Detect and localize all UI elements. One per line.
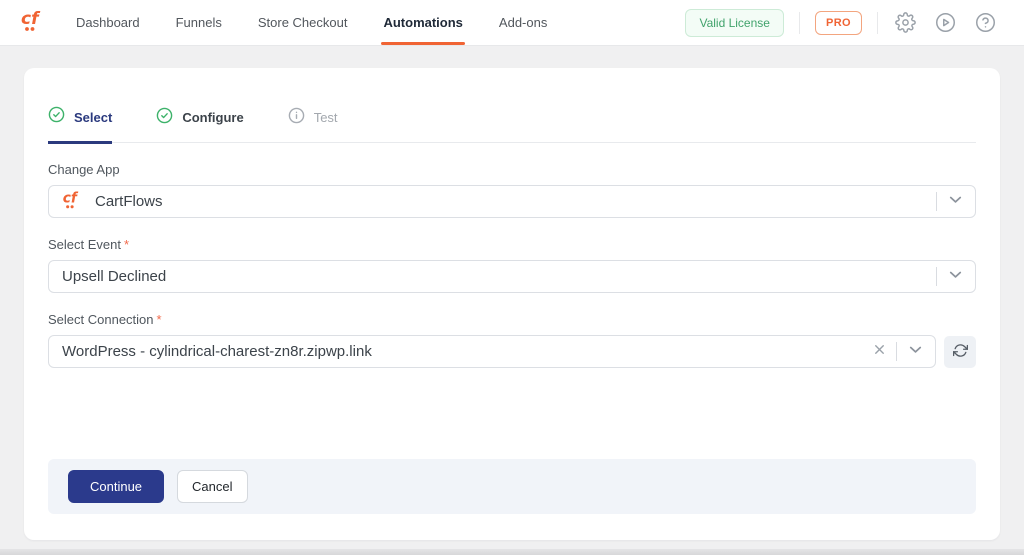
- tab-select-label: Select: [74, 110, 112, 125]
- automation-setup-card: Select Configure Test Change App: [24, 68, 1000, 540]
- svg-text:cf: cf: [63, 191, 79, 207]
- divider: [877, 12, 878, 34]
- change-app-label: Change App: [48, 162, 976, 177]
- settings-icon[interactable]: [893, 10, 918, 35]
- tab-configure-label: Configure: [182, 110, 243, 125]
- window-bottom-edge: [0, 549, 1024, 555]
- select-event-select[interactable]: Upsell Declined: [48, 260, 976, 293]
- select-indicators: [872, 340, 925, 364]
- divider: [799, 12, 800, 34]
- pro-badge[interactable]: PRO: [815, 11, 862, 35]
- continue-button[interactable]: Continue: [68, 470, 164, 503]
- tab-test[interactable]: Test: [288, 106, 338, 142]
- check-circle-icon: [156, 107, 173, 129]
- change-app-select[interactable]: cf CartFlows: [48, 185, 976, 218]
- info-circle-icon: [288, 107, 305, 129]
- svg-text:cf: cf: [21, 9, 41, 29]
- select-connection-label: Select Connection*: [48, 312, 976, 327]
- play-circle-icon[interactable]: [933, 10, 958, 35]
- select-indicators: [936, 190, 965, 214]
- cartflows-logo[interactable]: cf: [20, 0, 46, 45]
- indicator-separator: [936, 192, 937, 211]
- check-circle-icon: [48, 106, 65, 128]
- tab-test-label: Test: [314, 110, 338, 125]
- top-navbar: cf Dashboard Funnels Store Checkout Auto…: [0, 0, 1024, 46]
- step-tabs: Select Configure Test: [48, 106, 976, 143]
- trigger-form: Change App cf CartFlows: [24, 143, 1000, 368]
- required-asterisk: *: [157, 312, 162, 327]
- cartflows-logo-icon: cf: [20, 7, 46, 38]
- chevron-down-icon[interactable]: [946, 190, 965, 214]
- indicator-separator: [936, 267, 937, 286]
- clear-icon[interactable]: [872, 342, 887, 362]
- select-connection-value: WordPress - cylindrical-charest-zn8r.zip…: [62, 343, 372, 360]
- tab-select[interactable]: Select: [48, 106, 112, 144]
- main-nav: Dashboard Funnels Store Checkout Automat…: [76, 0, 547, 45]
- nav-item-store-checkout[interactable]: Store Checkout: [258, 0, 348, 45]
- refresh-icon: [953, 343, 968, 361]
- nav-item-automations[interactable]: Automations: [383, 0, 462, 45]
- license-status-badge[interactable]: Valid License: [685, 9, 784, 37]
- nav-item-add-ons[interactable]: Add-ons: [499, 0, 547, 45]
- required-asterisk: *: [124, 237, 129, 252]
- chevron-down-icon[interactable]: [906, 340, 925, 364]
- refresh-connections-button[interactable]: [944, 336, 976, 368]
- change-app-value: cf CartFlows: [62, 189, 163, 214]
- tab-configure[interactable]: Configure: [156, 106, 243, 142]
- header-actions: Valid License PRO: [685, 0, 998, 45]
- cartflows-app-icon: cf: [62, 189, 83, 214]
- select-connection-select[interactable]: WordPress - cylindrical-charest-zn8r.zip…: [48, 335, 936, 368]
- chevron-down-icon[interactable]: [946, 265, 965, 289]
- connection-row: WordPress - cylindrical-charest-zn8r.zip…: [48, 335, 976, 368]
- nav-item-dashboard[interactable]: Dashboard: [76, 0, 140, 45]
- select-indicators: [936, 265, 965, 289]
- select-event-label: Select Event*: [48, 237, 976, 252]
- help-circle-icon[interactable]: [973, 10, 998, 35]
- nav-item-funnels[interactable]: Funnels: [176, 0, 222, 45]
- cancel-button[interactable]: Cancel: [177, 470, 247, 503]
- indicator-separator: [896, 342, 897, 361]
- select-event-value: Upsell Declined: [62, 268, 166, 285]
- card-footer: Continue Cancel: [48, 459, 976, 514]
